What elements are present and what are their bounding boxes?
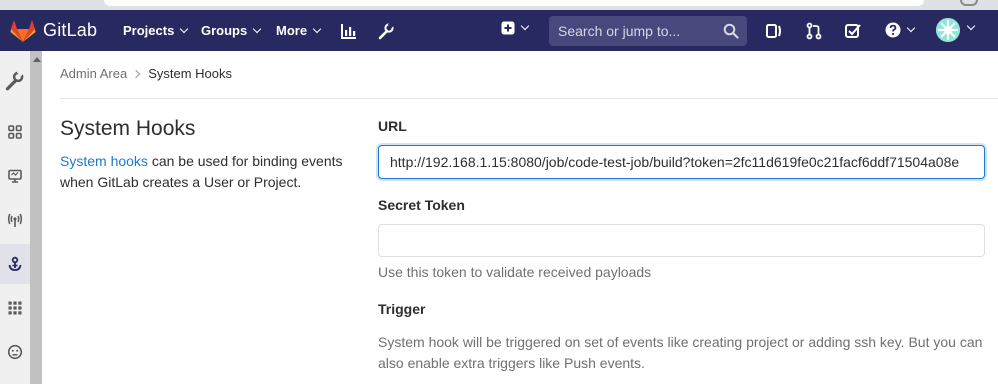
sidebar-item-applications[interactable] [0,288,30,328]
plus-square-icon [501,21,515,35]
chevron-down-icon [180,24,189,33]
system-hooks-help-link[interactable]: System hooks [60,153,148,169]
top-navbar: GitLab Projects Groups More [0,10,998,51]
help-question-icon [885,22,901,38]
chevron-right-icon [131,69,141,79]
overview-grid-icon [8,125,22,139]
secret-token-help: Use this token to validate received payl… [378,264,652,280]
more-menu-label: More [276,23,308,38]
secret-token-input[interactable] [378,224,985,257]
gitlab-logo-icon[interactable] [10,19,36,43]
sidebar-scrollbar[interactable] [30,51,42,384]
sidebar-item-system-hooks[interactable] [0,244,30,284]
projects-menu-label: Projects [123,23,175,38]
applications-grid-icon [8,301,22,315]
browser-profile-icon [960,0,978,6]
groups-menu-label: Groups [201,23,248,38]
broadcast-icon [7,213,23,227]
brand-name[interactable]: GitLab [43,20,97,41]
merge-requests-icon[interactable] [805,22,823,40]
admin-sidebar [0,51,42,384]
page-title: System Hooks [60,117,196,140]
trigger-help: System hook will be triggered on set of … [378,334,983,371]
avatar-pattern-icon [936,18,960,42]
activity-chart-icon[interactable] [340,22,358,40]
breadcrumb-admin-area[interactable]: Admin Area [60,66,127,81]
chevron-down-icon [252,24,262,33]
breadcrumb-current[interactable]: System Hooks [148,66,232,81]
search-input[interactable] [549,16,719,46]
sidebar-item-overview[interactable] [0,112,30,152]
secret-token-label: Secret Token [378,197,465,213]
search-icon [723,23,739,39]
search-box[interactable] [549,16,747,46]
browser-address-bar [104,0,924,6]
breadcrumb: Admin Area System Hooks [60,66,998,99]
monitor-icon [8,169,22,183]
todos-icon[interactable] [844,22,862,40]
issues-icon[interactable] [765,22,783,40]
sidebar-item-admin-overview[interactable] [0,51,30,109]
page-description: System hooks can be used for binding eve… [60,151,360,193]
projects-menu[interactable]: Projects [123,23,189,38]
sidebar-item-messages[interactable] [0,200,30,240]
url-input[interactable] [378,145,985,179]
chevron-down-icon [906,23,916,33]
chevron-down-icon[interactable] [966,21,976,31]
url-label: URL [378,118,407,134]
groups-menu[interactable]: Groups [201,23,262,38]
chevron-down-icon [312,24,322,33]
admin-wrench-icon[interactable] [377,22,395,40]
system-hooks-anchor-icon [8,256,22,271]
chevron-down-icon [520,21,530,31]
abuse-reports-face-icon [7,344,23,360]
trigger-label: Trigger [378,301,426,317]
scroll-up-arrow-icon[interactable] [33,57,41,62]
new-item-dropdown[interactable] [501,21,530,35]
sidebar-item-monitoring[interactable] [0,156,30,196]
sidebar-item-abuse-reports[interactable] [0,332,30,372]
browser-chrome [0,0,998,10]
help-dropdown[interactable] [885,22,916,38]
more-menu[interactable]: More [276,23,322,38]
user-avatar[interactable] [936,18,960,42]
wrench-icon [5,69,24,91]
